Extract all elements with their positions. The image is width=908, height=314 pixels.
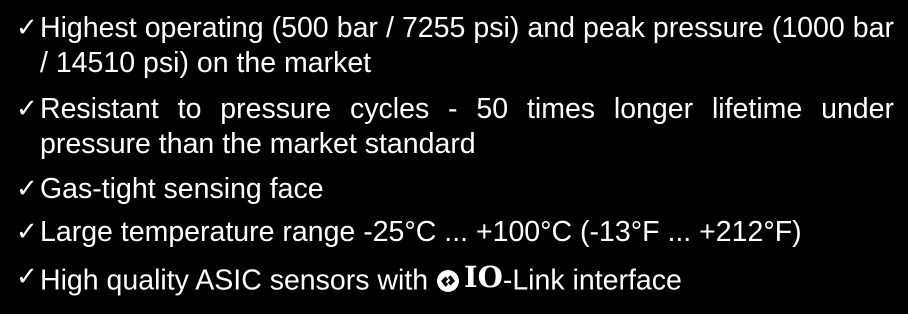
bullet-text: Highest operating (500 bar / 7255 psi) a… bbox=[40, 12, 894, 79]
bullet-text: High quality ASIC sensors with IO -Link i… bbox=[40, 260, 894, 299]
checkmark-icon: ✓ bbox=[16, 217, 38, 247]
bullet-text-after: -Link interface bbox=[502, 264, 682, 297]
bullet-item-pressure: ✓ Highest operating (500 bar / 7255 psi)… bbox=[0, 11, 908, 81]
bullet-text: Resistant to pressure cycles - 50 times … bbox=[40, 93, 894, 160]
io-link-wordmark: IO bbox=[464, 260, 503, 294]
io-link-logo-icon bbox=[437, 269, 460, 292]
checkmark-icon: ✓ bbox=[16, 94, 38, 124]
bullet-item-gas-tight: ✓ Gas-tight sensing face bbox=[0, 172, 908, 207]
feature-bullet-list: ✓ Highest operating (500 bar / 7255 psi)… bbox=[0, 0, 908, 314]
bullet-item-temperature: ✓ Large temperature range -25°C ... +100… bbox=[0, 215, 908, 250]
checkmark-icon: ✓ bbox=[16, 262, 38, 292]
bullet-text: Large temperature range -25°C ... +100°C… bbox=[40, 216, 802, 248]
bullet-item-asic-iolink: ✓ High quality ASIC sensors with IO -Link… bbox=[0, 260, 908, 299]
checkmark-icon: ✓ bbox=[16, 174, 38, 204]
bullet-item-pressure-cycles: ✓ Resistant to pressure cycles - 50 time… bbox=[0, 92, 908, 162]
bullet-text-before: High quality ASIC sensors with bbox=[40, 264, 437, 297]
io-link-logo: IO bbox=[436, 260, 503, 295]
checkmark-icon: ✓ bbox=[16, 13, 38, 43]
bullet-text: Gas-tight sensing face bbox=[40, 173, 324, 205]
